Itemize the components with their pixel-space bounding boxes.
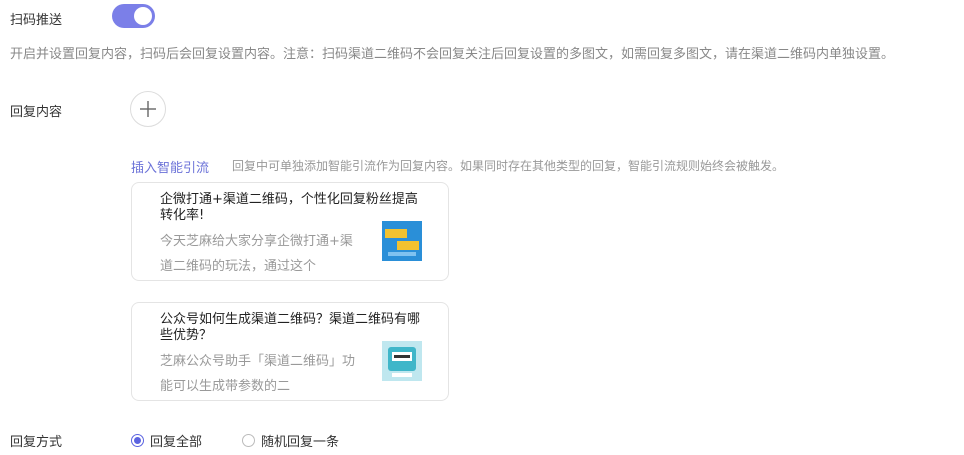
toggle-knob — [134, 7, 152, 25]
article-thumbnail — [382, 221, 422, 261]
radio-reply-all-label: 回复全部 — [150, 435, 203, 450]
article-thumbnail — [382, 341, 422, 381]
radio-random-one-label: 随机回复一条 — [261, 435, 340, 450]
radio-checked-icon[interactable] — [131, 434, 144, 447]
insert-smart-flow-link[interactable]: 插入智能引流 — [131, 157, 209, 176]
article-card-desc: 芝麻公众号助手「渠道二维码」功能可以生成带参数的二 — [160, 354, 356, 394]
reply-mode-label: 回复方式 — [10, 435, 63, 450]
radio-random-one[interactable]: 随机回复一条 — [242, 431, 339, 450]
article-card[interactable]: 公众号如何生成渠道二维码？渠道二维码有哪些优势？ 芝麻公众号助手「渠道二维码」功… — [131, 302, 449, 401]
scan-push-hint: 开启并设置回复内容，扫码后会回复设置内容。注意：扫码渠道二维码不会回复关注后回复… — [10, 47, 895, 62]
scan-push-toggle[interactable] — [112, 4, 155, 28]
radio-unchecked-icon[interactable] — [242, 434, 255, 447]
smart-flow-hint: 回复中可单独添加智能引流作为回复内容。如果同时存在其他类型的回复，智能引流规则始… — [232, 159, 785, 173]
article-card-title: 企微打通+渠道二维码，个性化回复粉丝提高转化率! — [160, 192, 418, 223]
reply-content-label: 回复内容 — [10, 105, 63, 120]
article-card[interactable]: 企微打通+渠道二维码，个性化回复粉丝提高转化率! 今天芝麻给大家分享企微打通+渠… — [131, 182, 449, 281]
article-card-title: 公众号如何生成渠道二维码？渠道二维码有哪些优势？ — [160, 312, 421, 343]
add-reply-button[interactable] — [130, 91, 166, 127]
radio-reply-all[interactable]: 回复全部 — [131, 431, 202, 450]
plus-icon — [140, 101, 156, 117]
article-card-desc: 今天芝麻给大家分享企微打通+渠道二维码的玩法，通过这个 — [160, 234, 353, 274]
scan-push-label: 扫码推送 — [10, 13, 63, 28]
